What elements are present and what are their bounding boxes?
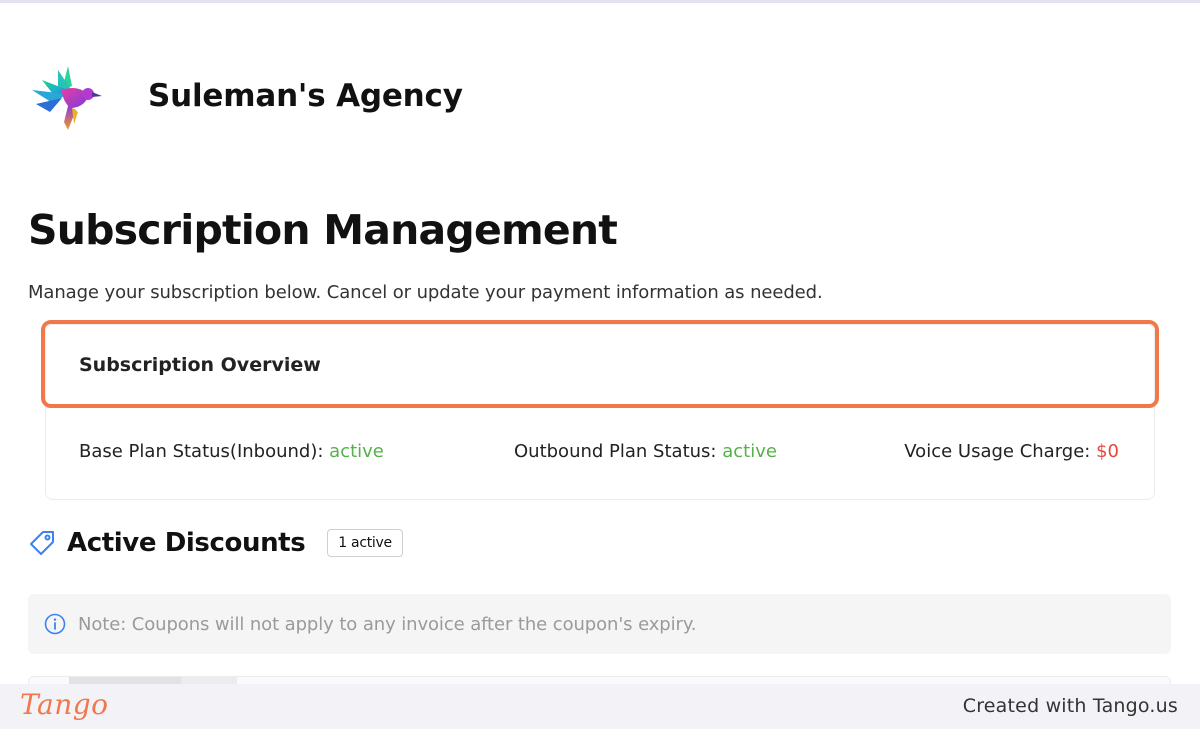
base-plan-label: Base Plan Status(Inbound): [79,441,324,462]
base-plan-value: active [329,441,384,462]
active-discounts-title: Active Discounts [67,528,306,558]
coupon-note-text: Note: Coupons will not apply to any invo… [78,613,697,635]
page-title: Subscription Management [28,206,618,254]
subscription-overview-header[interactable]: Subscription Overview [46,325,1156,407]
tango-logo[interactable]: Tango [20,688,109,721]
created-with-tango-link[interactable]: Created with Tango.us [963,695,1178,717]
voice-usage-label: Voice Usage Charge: [904,441,1091,462]
base-plan-status: Base Plan Status(Inbound): active [79,441,384,462]
active-count-badge: 1 active [327,529,403,557]
brand-header: Suleman's Agency [28,60,463,136]
voice-usage-value: $0 [1096,441,1119,462]
subscription-overview-card: Subscription Overview [45,324,1156,500]
info-icon [44,613,66,635]
agency-name: Suleman's Agency [148,78,463,114]
tag-icon [30,531,54,555]
tango-footer: Tango Created with Tango.us [0,684,1200,729]
outbound-plan-label: Outbound Plan Status: [514,441,717,462]
page-content: Suleman's Agency Subscription Management… [0,0,1200,685]
page-description: Manage your subscription below. Cancel o… [28,282,823,303]
outbound-plan-status: Outbound Plan Status: active [514,441,777,462]
voice-usage-charge: Voice Usage Charge: $0 [904,441,1119,462]
active-discounts-header: Active Discounts 1 active [28,528,403,558]
subscription-overview-title: Subscription Overview [79,354,321,376]
discounts-table [28,676,1171,685]
hummingbird-logo-icon [32,66,102,130]
outbound-plan-value: active [722,441,777,462]
coupon-note: Note: Coupons will not apply to any invo… [28,594,1171,654]
